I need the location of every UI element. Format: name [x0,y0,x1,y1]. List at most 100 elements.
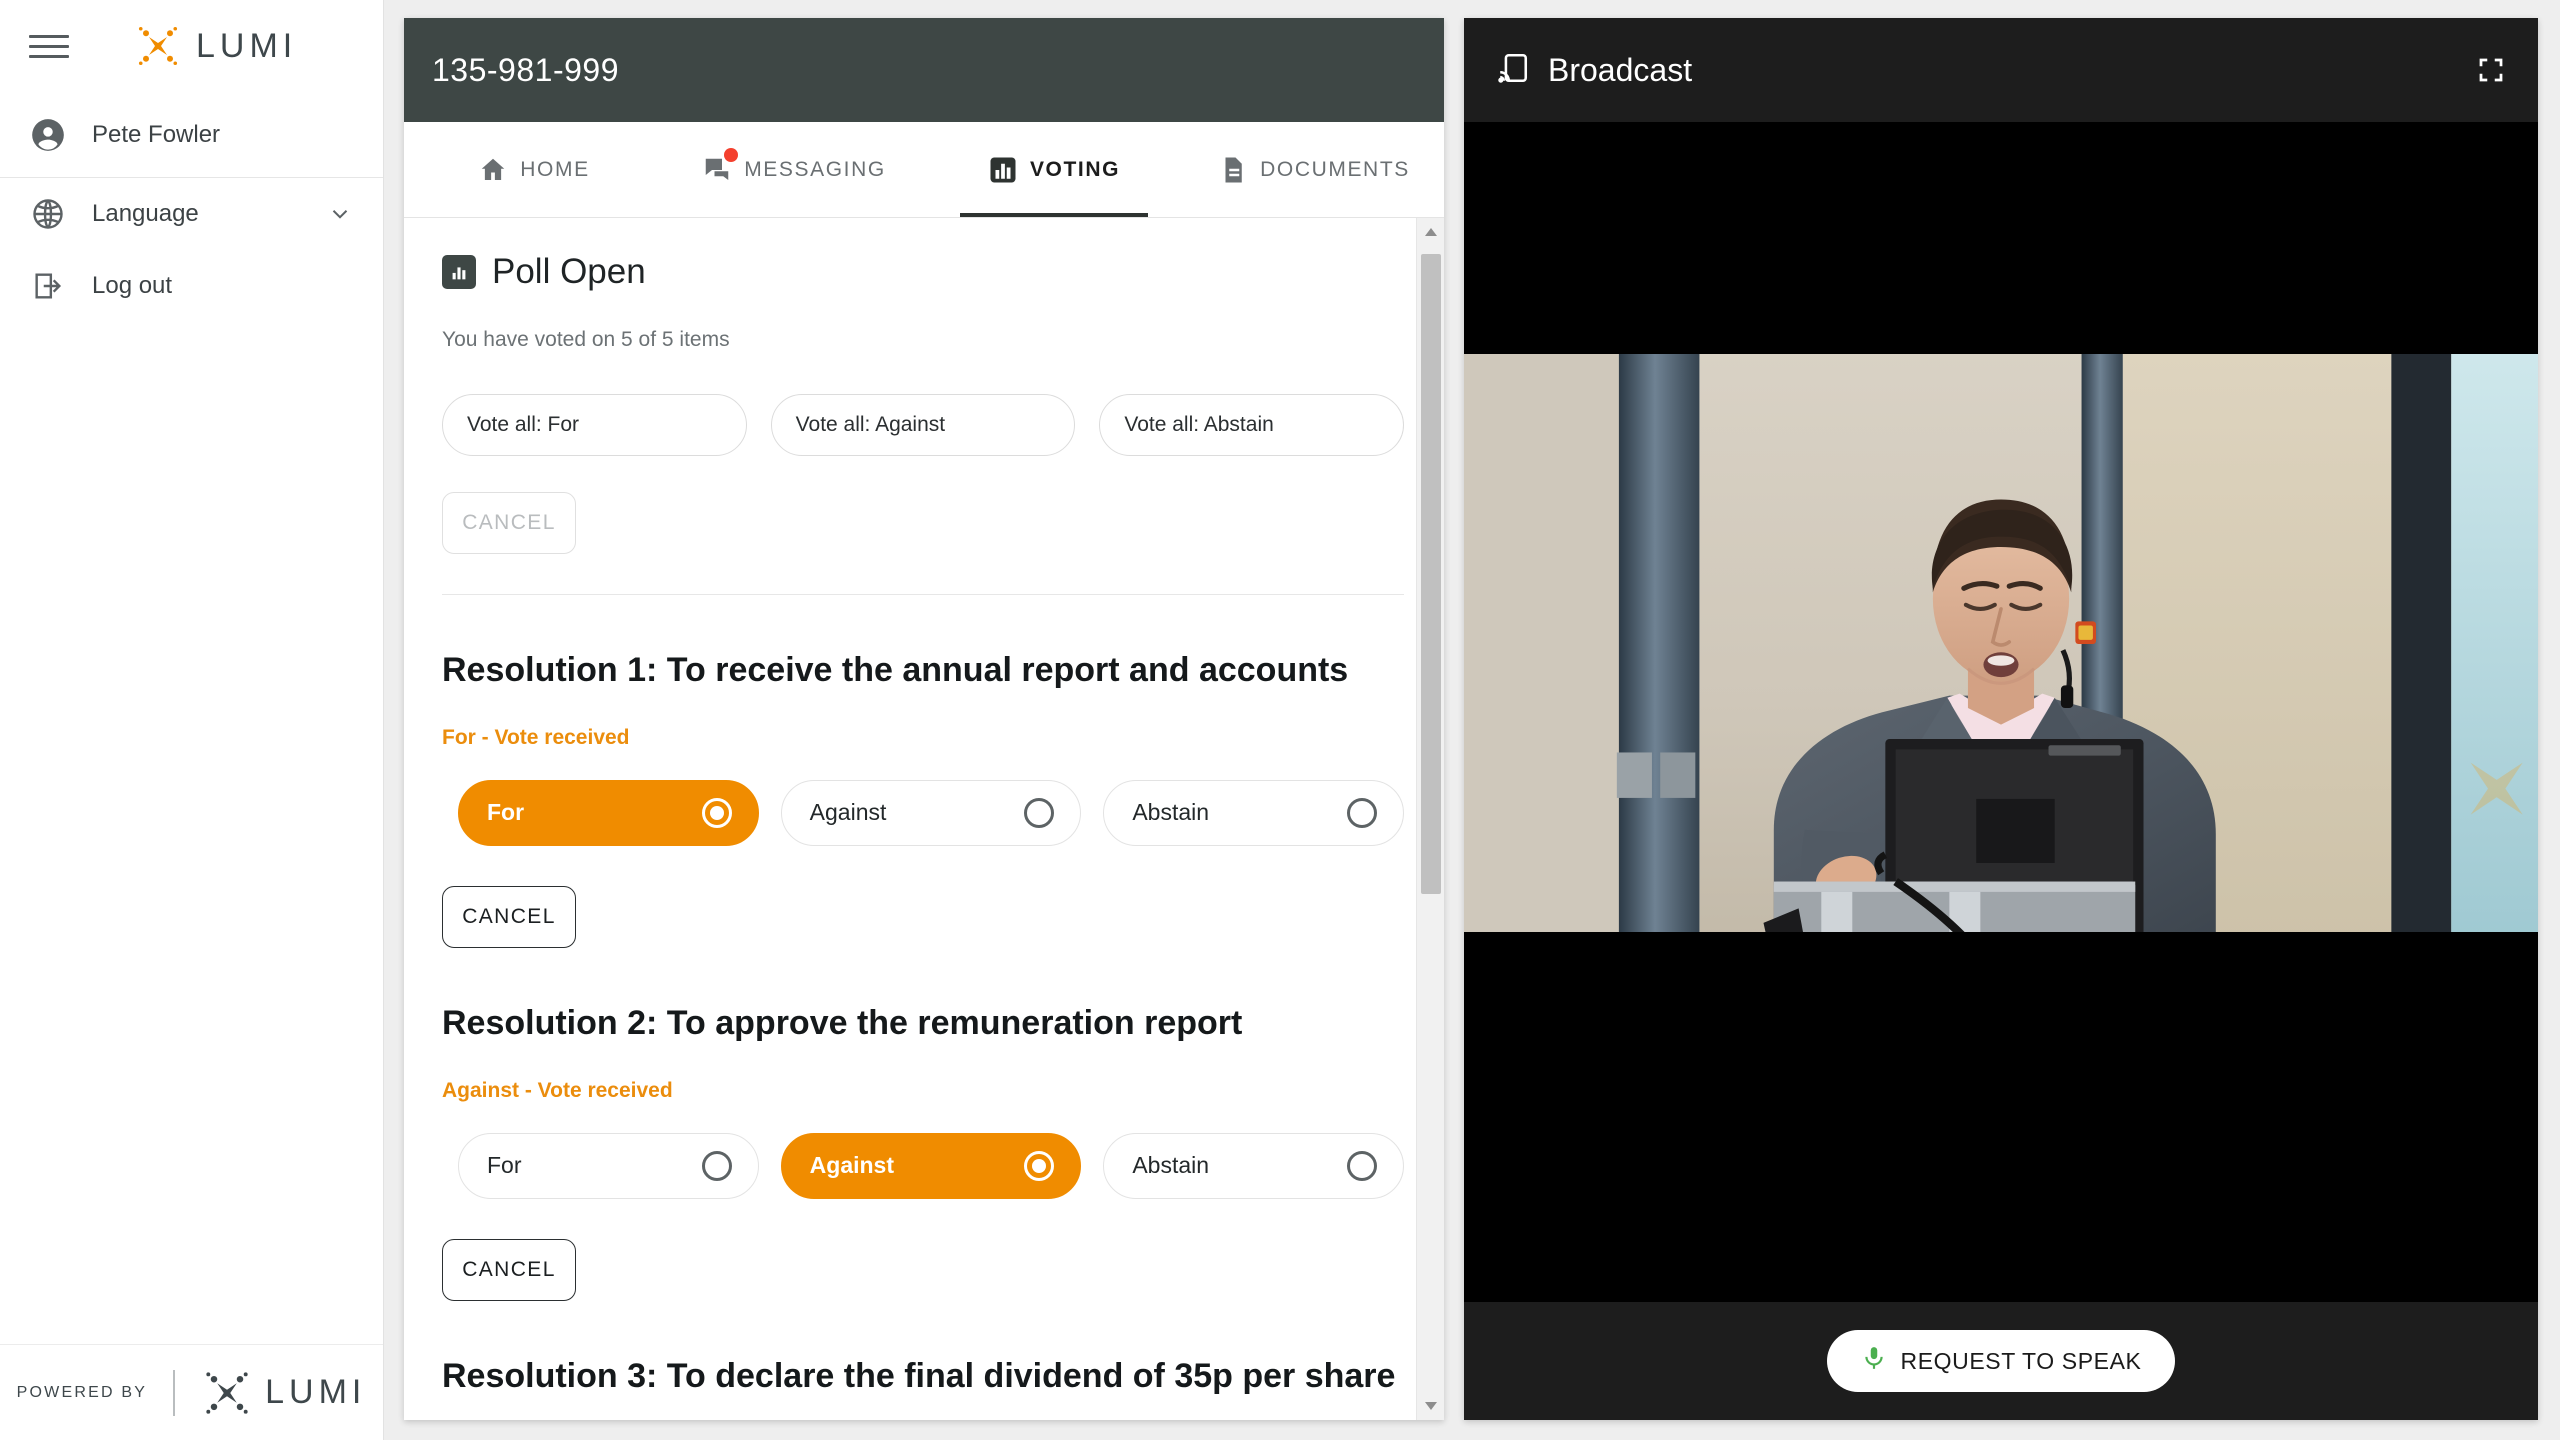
voting-scroll-region: Poll Open You have voted on 5 of 5 items… [404,218,1444,1420]
resolution-vote-status: For - Vote received [442,725,630,749]
resolution-item: Resolution 3: To declare the final divid… [442,1301,1404,1398]
fullscreen-icon[interactable] [2476,55,2506,85]
tab-home[interactable]: HOME [404,122,664,217]
vote-option-label: Abstain [1132,1152,1210,1179]
sidebar-item-language[interactable]: Language [0,178,383,250]
radio-indicator [1347,797,1378,828]
radio-indicator [1347,1150,1378,1181]
vote-option-abstain[interactable]: Abstain [1103,1132,1405,1199]
voting-content: Poll Open You have voted on 5 of 5 items… [404,218,1444,1397]
vote-option-abstain[interactable]: Abstain [1103,779,1405,846]
resolution-cancel-button[interactable]: CANCEL [442,1238,576,1301]
footer-brand-name: LUMI [265,1373,367,1411]
hamburger-menu-icon[interactable] [26,23,72,69]
sidebar: LUMI Pete Fowler Language Log out POWERE… [0,0,384,1440]
sidebar-item-logout[interactable]: Log out [0,250,383,322]
messaging-badge-dot [724,147,739,162]
vote-option-for[interactable]: For [458,779,759,846]
tab-label: HOME [520,157,590,181]
vote-all-for-button[interactable]: Vote all: For [442,394,747,456]
vote-option-for[interactable]: For [458,1132,759,1199]
radio-indicator [701,797,732,828]
poll-status: Poll Open [442,252,1404,292]
broadcast-title-group: Broadcast [1496,51,1692,90]
poll-bars-icon [988,155,1018,185]
sidebar-item-label: Log out [92,272,173,299]
tab-label: DOCUMENTS [1260,157,1410,181]
chevron-down-icon[interactable] [325,199,355,229]
resolution-item: Resolution 2: To approve the remuneratio… [442,948,1405,1301]
resolution-cancel-button[interactable]: CANCEL [442,885,576,948]
scroll-up-arrow-icon[interactable] [1417,218,1444,246]
vote-option-label: Against [809,1152,895,1179]
microphone-icon [1861,1345,1887,1377]
scrollbar-thumb[interactable] [1421,254,1441,894]
radio-indicator [1024,1150,1055,1181]
footer-lumi-logo: LUMI [201,1367,366,1419]
lumi-x-icon [206,1371,248,1414]
tab-voting[interactable]: VOTING [924,122,1184,217]
home-icon [478,155,508,185]
document-icon [1218,155,1248,185]
sidebar-user-name: Pete Fowler [92,120,221,148]
broadcast-panel-wrapper: Broadcast REQUEST TO SPEAK [1444,0,2560,1440]
vote-option-label: For [487,1152,522,1179]
poll-status-title: Poll Open [492,252,646,291]
meeting-header: 135-981-999 [404,18,1444,122]
resolution-title: Resolution 3: To declare the final divid… [442,1356,1396,1395]
request-to-speak-button[interactable]: REQUEST TO SPEAK [1826,1330,2176,1392]
sidebar-header: LUMI [0,0,383,92]
vote-option-label: Against [809,799,887,826]
vote-all-against-button[interactable]: Vote all: Against [770,394,1076,456]
resolution-vote-status: Against - Vote received [442,1078,673,1102]
vote-options: For Against Abstain [442,779,1405,846]
footer-divider [173,1369,176,1416]
resolution-title: Resolution 2: To approve the remuneratio… [442,1003,1243,1042]
resolution-title: Resolution 1: To receive the annual repo… [442,651,1349,689]
resolution-item: Resolution 1: To receive the annual repo… [442,595,1405,948]
broadcast-panel: Broadcast REQUEST TO SPEAK [1464,18,2538,1420]
sidebar-user[interactable]: Pete Fowler [0,92,383,178]
vote-all-row: Vote all: For Vote all: Against Vote all… [442,394,1405,456]
radio-indicator [1024,797,1055,828]
vote-option-label: For [487,799,525,826]
chat-icon [702,147,739,185]
vote-all-abstain-button[interactable]: Vote all: Abstain [1099,394,1405,456]
logout-icon [26,264,70,308]
sidebar-item-label: Language [92,200,199,227]
vote-options: For Against Abstain [442,1132,1405,1199]
poll-bars-icon [442,255,476,289]
brand-name: LUMI [196,26,298,65]
powered-by-label: POWERED BY [16,1383,148,1401]
broadcast-header: Broadcast [1464,18,2538,122]
sidebar-footer: POWERED BY LUMI [0,1344,383,1440]
vote-option-label: Abstain [1132,799,1210,826]
tab-documents[interactable]: DOCUMENTS [1184,122,1444,217]
cast-screen-icon [1496,51,1530,90]
video-frame [1464,354,2538,932]
account-circle-icon [26,113,70,157]
meeting-panel: 135-981-999 HOME MESSAGING VOTING DOCUME… [404,18,1444,1420]
globe-icon [26,192,70,236]
broadcast-video[interactable] [1464,122,2538,1302]
brand-logo: LUMI [134,22,297,70]
meeting-tabs: HOME MESSAGING VOTING DOCUMENTS [404,122,1444,218]
broadcast-title: Broadcast [1548,51,1693,88]
scroll-down-arrow-icon[interactable] [1417,1392,1444,1420]
radio-indicator [701,1150,732,1181]
request-to-speak-label: REQUEST TO SPEAK [1900,1347,2142,1374]
meeting-code: 135-981-999 [432,51,619,88]
app-root: LUMI Pete Fowler Language Log out POWERE… [0,0,2560,1440]
vertical-scrollbar[interactable] [1416,218,1444,1420]
meeting-panel-wrapper: 135-981-999 HOME MESSAGING VOTING DOCUME… [384,0,1444,1440]
video-still-image [1464,354,2538,932]
tab-label: VOTING [1029,157,1121,181]
tab-label: MESSAGING [744,157,886,181]
cancel-all-button[interactable]: CANCEL [442,492,576,554]
broadcast-footer: REQUEST TO SPEAK [1464,1302,2538,1420]
vote-option-against[interactable]: Against [780,779,1082,846]
vote-option-against[interactable]: Against [780,1132,1082,1199]
tab-messaging[interactable]: MESSAGING [664,122,924,217]
poll-progress-text: You have voted on 5 of 5 items [442,328,730,351]
